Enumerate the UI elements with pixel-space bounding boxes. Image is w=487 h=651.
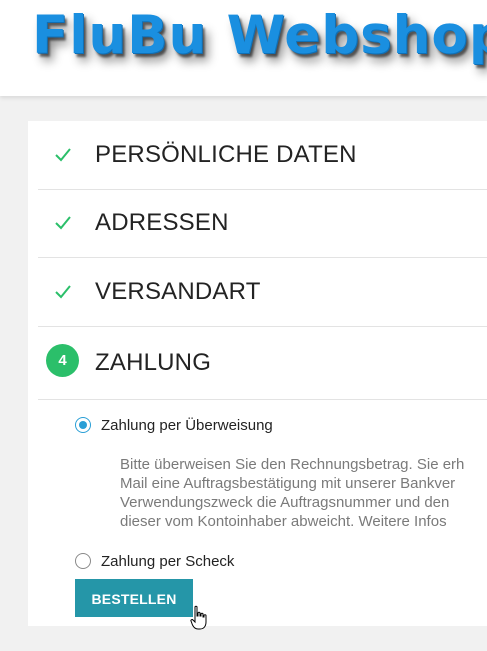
step-title: ZAHLUNG [95, 349, 212, 376]
site-header: FluBu Webshop [0, 0, 487, 96]
checkout-panel: PERSÖNLICHE DATEN ADRESSEN VERSANDART 4 … [28, 121, 487, 626]
check-icon [55, 148, 71, 162]
payment-cheque-radio[interactable] [75, 553, 91, 569]
check-icon [55, 216, 71, 230]
order-button[interactable]: BESTELLEN [75, 579, 193, 617]
info-line: Bitte überweisen Sie den Rechnungsbetrag… [120, 456, 465, 473]
hand-cursor-icon [190, 605, 207, 630]
step-number-badge: 4 [46, 344, 79, 377]
site-logo[interactable]: FluBu Webshop [32, 5, 487, 66]
payment-transfer-radio[interactable] [75, 417, 91, 433]
info-line: dieser vom Kontoinhaber abweicht. Weiter… [120, 513, 447, 530]
step-payment: 4 ZAHLUNG [38, 326, 487, 400]
step-title: VERSANDART [95, 278, 261, 305]
payment-cheque-label[interactable]: Zahlung per Scheck [101, 553, 234, 570]
info-line: Verwendungszweck die Auftragsnummer und … [120, 494, 450, 511]
step-title: ADRESSEN [95, 209, 229, 236]
step-personal-data[interactable]: PERSÖNLICHE DATEN [38, 121, 487, 190]
check-icon [55, 285, 71, 299]
info-line: Mail eine Auftragsbestätigung mit unsere… [120, 475, 456, 492]
payment-transfer-info: Bitte überweisen Sie den Rechnungsbetrag… [120, 455, 487, 535]
step-title: PERSÖNLICHE DATEN [95, 141, 357, 168]
step-shipping-method[interactable]: VERSANDART [38, 258, 487, 327]
step-addresses[interactable]: ADRESSEN [38, 189, 487, 258]
payment-transfer-label[interactable]: Zahlung per Überweisung [101, 417, 273, 434]
